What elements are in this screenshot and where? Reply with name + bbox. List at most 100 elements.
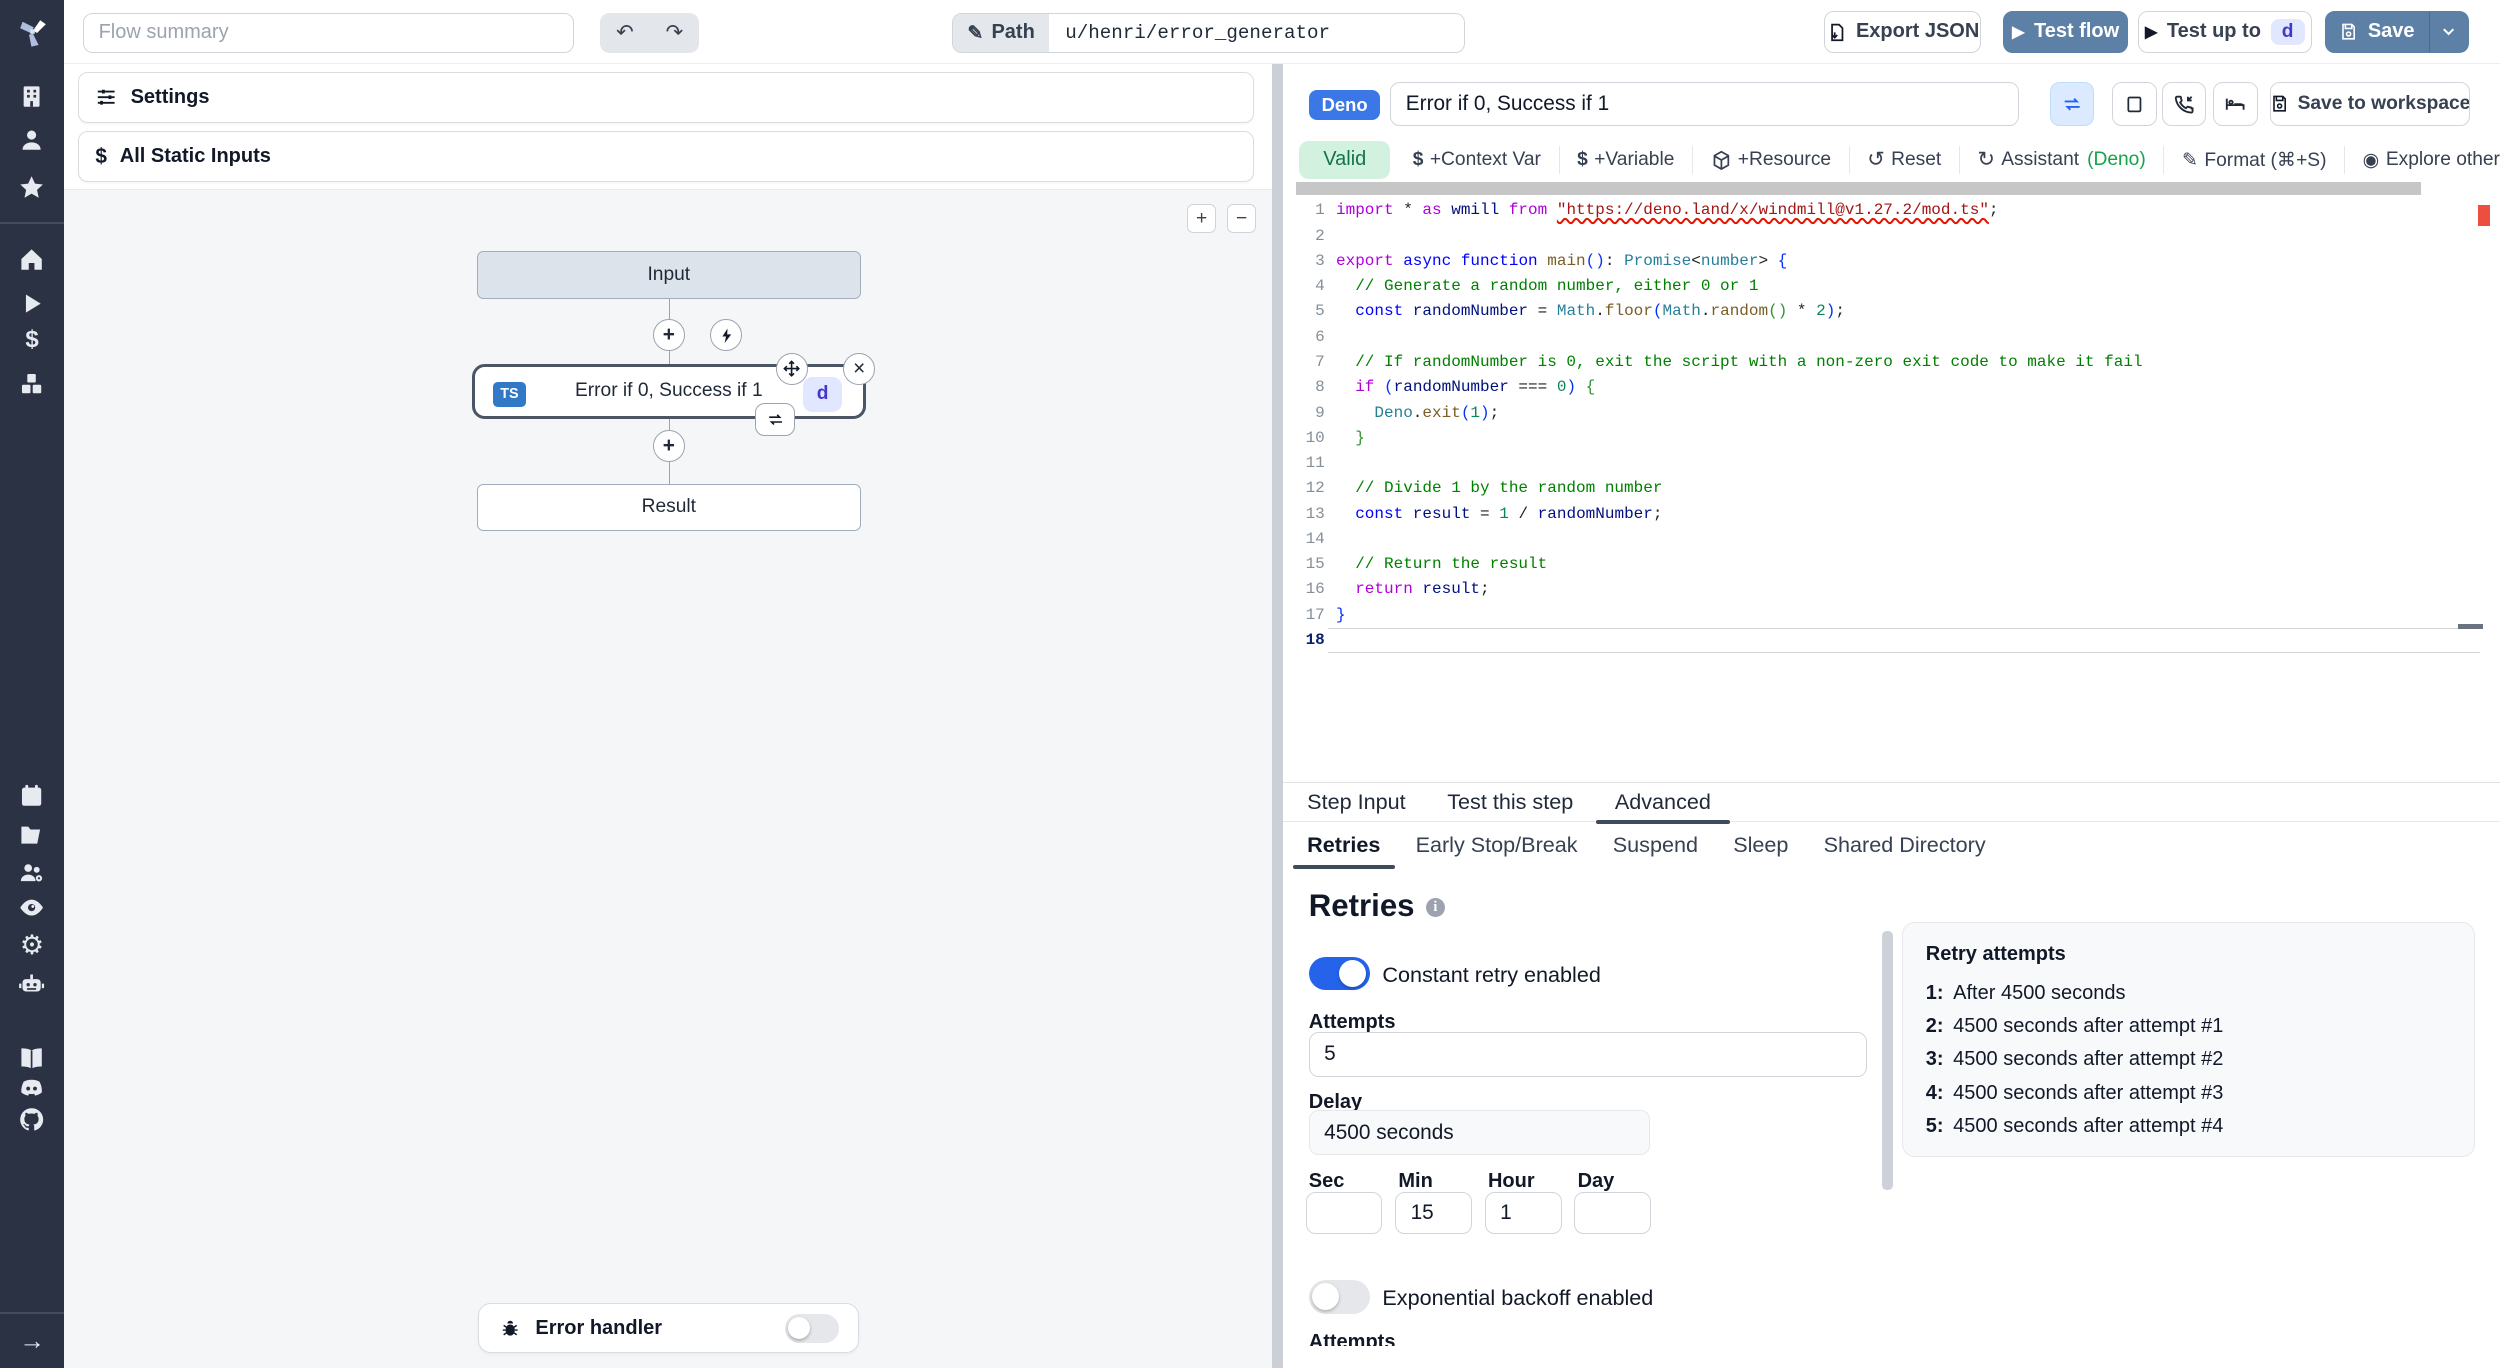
flow-graph-canvas[interactable]: + − Input + TS Error if 0, Success if 1 … [64, 188, 1272, 1368]
mobile-view-button[interactable] [2111, 81, 2157, 127]
subtab-suspend[interactable]: Suspend [1598, 821, 1712, 869]
step-name-input[interactable]: Error if 0, Success if 1 [1390, 81, 2020, 127]
explore-other-s-button[interactable]: ◉Explore other s [2344, 145, 2500, 175]
code-line[interactable]: 14 [1283, 527, 2489, 552]
-variable-button[interactable]: $ +Variable [1558, 145, 1692, 175]
delete-step-button[interactable]: × [843, 352, 876, 385]
code-line[interactable]: 2 [1283, 224, 2489, 249]
save-to-workspace-button[interactable]: Save to workspace [2270, 81, 2471, 127]
test-up-to-button[interactable]: ▶ Test up to d [2137, 11, 2312, 53]
redo-button[interactable]: ↷ [650, 13, 700, 53]
home-icon[interactable] [0, 246, 64, 275]
static-inputs-section[interactable]: $ All Static Inputs [78, 131, 1255, 183]
book-icon[interactable] [0, 1044, 64, 1073]
-resource-button[interactable]: +Resource [1691, 145, 1849, 175]
save-dropdown-button[interactable] [2428, 11, 2469, 53]
code-line[interactable]: 8 if (randomNumber === 0) { [1283, 375, 2489, 400]
code-line[interactable]: 18 [1283, 627, 2489, 654]
user-icon[interactable] [0, 126, 64, 155]
format-s--button[interactable]: ✎ Format (⌘+S) [2163, 145, 2344, 175]
error-handler-row[interactable]: Error handler [478, 1303, 860, 1353]
min-input[interactable]: 15 [1395, 1192, 1472, 1234]
play-icon[interactable] [0, 289, 64, 318]
tab-test-this-step[interactable]: Test this step [1426, 783, 1594, 820]
flow-summary-input[interactable]: Flow summary [83, 12, 575, 53]
code-line[interactable]: 13 const result = 1 / randomNumber; [1283, 502, 2489, 527]
zoom-in-button[interactable]: + [1187, 204, 1216, 233]
zoom-out-button[interactable]: − [1227, 204, 1256, 233]
windmill-logo-icon[interactable] [13, 13, 51, 51]
code-line[interactable]: 12 // Divide 1 by the random number [1283, 476, 2489, 501]
eye-icon[interactable] [0, 894, 64, 923]
github-icon[interactable] [0, 1105, 64, 1134]
exponential-backoff-toggle[interactable] [1308, 1280, 1370, 1314]
delay-input[interactable]: 4500 seconds [1308, 1110, 1650, 1156]
code-editor[interactable]: 1 import * as wmill from "https://deno.la… [1283, 198, 2489, 654]
code-line[interactable]: 6 [1283, 325, 2489, 350]
panel-splitter[interactable] [1272, 64, 1284, 1368]
attempts-input[interactable]: 5 [1308, 1032, 1868, 1077]
result-node[interactable]: Result [476, 484, 861, 531]
error-handler-toggle[interactable] [784, 1313, 839, 1343]
sync-toggle-button[interactable] [2049, 81, 2095, 127]
day-input[interactable] [1574, 1192, 1652, 1234]
code-line[interactable]: 7 // If randomNumber is 0, exit the scri… [1283, 350, 2489, 375]
users-cog-icon[interactable] [0, 858, 64, 887]
form-scrollbar[interactable] [1881, 931, 1893, 1191]
subtab-retries[interactable]: Retries [1292, 821, 1395, 869]
code-toolbar: $ +Context Var $ +Variable +Resource ↺ Reset ↻ A… [1395, 139, 2500, 181]
add-step-button[interactable]: + [652, 429, 685, 462]
undo-button[interactable]: ↶ [600, 13, 650, 53]
path-field[interactable]: ✎ Path u/henri/error_generator [952, 12, 1465, 53]
info-icon[interactable]: i [1425, 898, 1445, 918]
toolbar-scrollbar[interactable] [1295, 182, 2421, 196]
discord-icon[interactable] [0, 1074, 64, 1103]
trigger-bolt-button[interactable] [710, 319, 743, 352]
test-flow-button[interactable]: ▶ Test flow [2003, 11, 2129, 53]
code-line[interactable]: 3 export async function main(): Promise<n… [1283, 249, 2489, 274]
dollar-icon[interactable]: $ [0, 326, 64, 355]
code-line[interactable]: 16 return result; [1283, 577, 2489, 602]
code-line[interactable]: 1 import * as wmill from "https://deno.la… [1283, 198, 2489, 223]
add-step-button[interactable]: + [652, 319, 685, 352]
code-line[interactable]: 11 [1283, 451, 2489, 476]
restart-step-button[interactable] [755, 402, 796, 437]
export-json-button[interactable]: Export JSON [1824, 11, 1981, 53]
constant-retry-toggle[interactable] [1308, 956, 1370, 991]
code-line[interactable]: 4 // Generate a random number, either 0 … [1283, 274, 2489, 299]
flow-editor-panel: Settings $ All Static Inputs + − Input +… [64, 64, 1272, 1368]
folder-icon[interactable] [0, 820, 64, 849]
subtab-sleep[interactable]: Sleep [1719, 821, 1803, 869]
arrow-right-icon[interactable]: → [0, 1327, 64, 1356]
sleep-step-button[interactable] [2212, 81, 2258, 127]
webhook-call-button[interactable] [2161, 81, 2207, 127]
tab-advanced[interactable]: Advanced [1594, 783, 1732, 825]
code-line[interactable]: 5 const randomNumber = Math.floor(Math.r… [1283, 299, 2489, 324]
gear-icon[interactable]: ⚙ [0, 930, 64, 959]
code-line[interactable]: 10 } [1283, 426, 2489, 451]
cubes-icon[interactable] [0, 369, 64, 398]
step-id-badge: d [2270, 19, 2305, 45]
assistant-button[interactable]: ↻ Assistant (Deno) [1958, 145, 2164, 175]
-context-var-button[interactable]: $ +Context Var [1395, 146, 1558, 175]
subtab-shared-directory[interactable]: Shared Directory [1809, 821, 2000, 869]
subtab-early-stop-break[interactable]: Early Stop/Break [1401, 821, 1592, 869]
building-icon[interactable] [0, 82, 64, 111]
code-line[interactable]: 17} [1283, 603, 2489, 628]
path-value[interactable]: u/henri/error_generator [1049, 14, 1463, 52]
input-node[interactable]: Input [476, 250, 861, 299]
hour-label: Hour [1487, 1169, 1535, 1192]
star-icon[interactable] [0, 174, 64, 203]
reset-button[interactable]: ↺ Reset [1848, 145, 1959, 175]
move-step-button[interactable] [776, 352, 808, 385]
tab-step-input[interactable]: Step Input [1286, 783, 1426, 820]
code-line[interactable]: 15 // Return the result [1283, 552, 2489, 577]
robot-icon[interactable] [0, 969, 64, 998]
save-button[interactable]: Save [2324, 11, 2429, 53]
calendar-icon[interactable] [0, 782, 64, 811]
settings-section[interactable]: Settings [78, 72, 1255, 124]
hour-input[interactable]: 1 [1484, 1192, 1562, 1234]
code-line[interactable]: 9 Deno.exit(1); [1283, 401, 2489, 426]
sec-input[interactable] [1305, 1192, 1383, 1234]
bolt-icon [721, 328, 731, 343]
